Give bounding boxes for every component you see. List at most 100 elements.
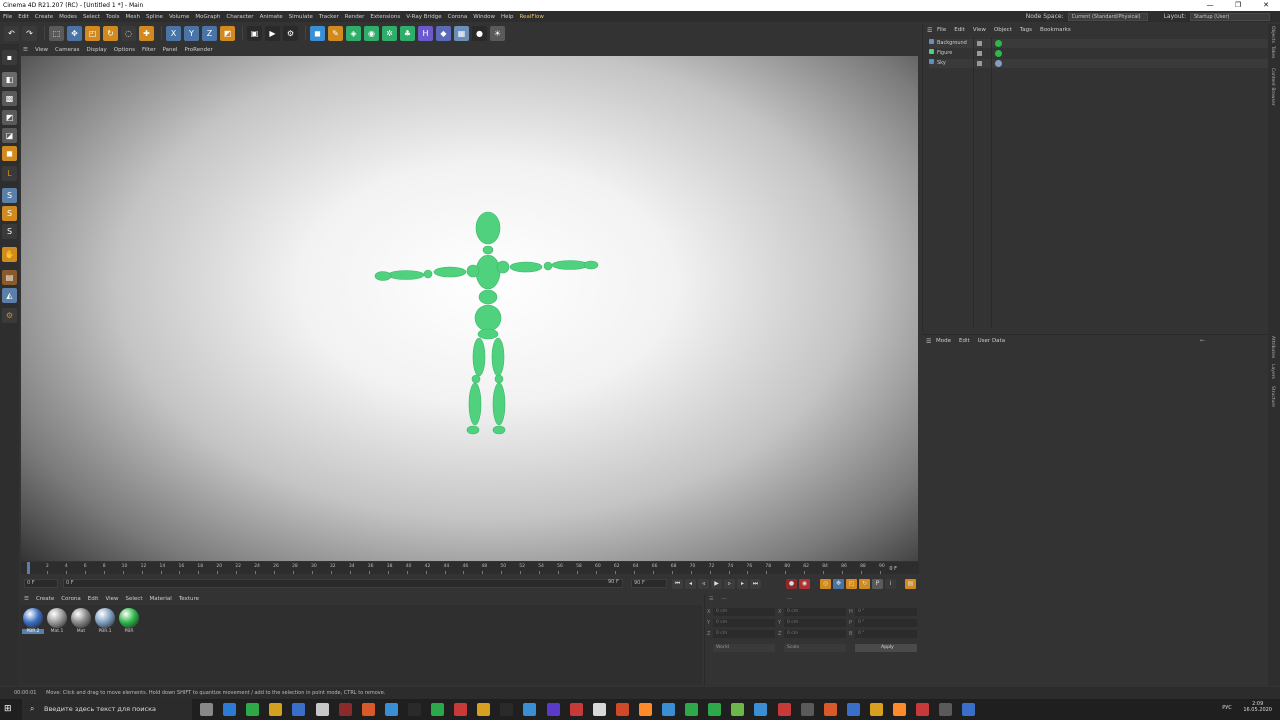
taskbar-app-icon[interactable] bbox=[292, 703, 306, 716]
object-row-sky[interactable]: Sky bbox=[929, 59, 1269, 68]
subdivision-icon[interactable]: ◈ bbox=[346, 25, 361, 41]
taskbar-app-icon[interactable] bbox=[939, 703, 953, 716]
menu-spline[interactable]: Spline bbox=[146, 14, 163, 20]
go-to-end-icon[interactable]: ⏭ bbox=[750, 579, 761, 589]
snap-settings-icon[interactable]: S bbox=[2, 206, 17, 221]
coordinate-system-icon[interactable]: ◩ bbox=[220, 25, 235, 41]
menu-tools[interactable]: Tools bbox=[106, 14, 120, 20]
taskbar-app-icon[interactable] bbox=[338, 703, 352, 716]
menu-render[interactable]: Render bbox=[345, 14, 365, 20]
taskbar-app-icon[interactable] bbox=[754, 703, 768, 716]
viewport-menu-prorender[interactable]: ProRender bbox=[184, 47, 212, 53]
coord-value-field[interactable]: 0 cm bbox=[784, 608, 846, 616]
taskbar-app-icon[interactable] bbox=[823, 703, 837, 716]
material-tag-icon[interactable] bbox=[995, 40, 1002, 47]
field-icon[interactable]: H bbox=[418, 25, 433, 41]
taskbar-app-icon[interactable] bbox=[638, 703, 652, 716]
menu-edit[interactable]: Edit bbox=[18, 14, 29, 20]
preview-range-slider[interactable]: 0 F bbox=[63, 579, 623, 588]
visibility-toggle-icon[interactable] bbox=[977, 41, 982, 46]
object-menu-edit[interactable]: Edit bbox=[954, 27, 965, 33]
scale-icon[interactable]: ◰ bbox=[85, 25, 100, 41]
next-frame-icon[interactable]: ▹ bbox=[724, 579, 735, 589]
taskbar-app-icon[interactable] bbox=[361, 703, 375, 716]
grid-icon[interactable]: ▤ bbox=[2, 270, 17, 285]
taskbar-app-icon[interactable] bbox=[246, 703, 260, 716]
points-mode-icon[interactable]: ◩ bbox=[2, 110, 17, 125]
material-swatch[interactable]: PBR.2 bbox=[22, 608, 44, 634]
z-axis-icon[interactable]: Z bbox=[202, 25, 217, 41]
deformer-icon[interactable]: ◆ bbox=[436, 25, 451, 41]
play-icon[interactable]: ▶ bbox=[711, 579, 722, 589]
material-menu-icon[interactable]: ☰ bbox=[24, 596, 29, 602]
render-settings-icon[interactable]: ⚙ bbox=[283, 25, 298, 41]
material-menu-texture[interactable]: Texture bbox=[179, 596, 199, 602]
taskbar-app-icon[interactable] bbox=[615, 703, 629, 716]
coords-menu-icon[interactable]: ☰ bbox=[709, 596, 713, 602]
size-mode-dropdown[interactable]: Scale bbox=[784, 644, 846, 652]
taskbar-app-icon[interactable] bbox=[869, 703, 883, 716]
right-tab-layers[interactable]: Layers bbox=[1270, 364, 1275, 379]
material-menu-corona[interactable]: Corona bbox=[61, 596, 81, 602]
menu-modes[interactable]: Modes bbox=[59, 14, 77, 20]
parameter-key-icon[interactable]: P bbox=[872, 579, 883, 589]
menu-character[interactable]: Character bbox=[226, 14, 253, 20]
layout-dropdown[interactable]: Startup (User) bbox=[1190, 12, 1270, 21]
menu-realflow[interactable]: RealFlow bbox=[519, 14, 543, 20]
texture-mode-icon[interactable]: ▩ bbox=[2, 91, 17, 106]
object-manager-menu-icon[interactable]: ☰ bbox=[927, 27, 932, 34]
figure-model[interactable] bbox=[21, 56, 918, 561]
coord-value-field[interactable]: 0 cm bbox=[713, 630, 775, 638]
viewport-menu-display[interactable]: Display bbox=[86, 47, 106, 53]
coordinate-space-dropdown[interactable]: World bbox=[713, 644, 775, 652]
scale-key-icon[interactable]: ◰ bbox=[846, 579, 857, 589]
viewport-menu-icon[interactable]: ☰ bbox=[23, 47, 28, 53]
object-row-background[interactable]: Background bbox=[929, 39, 1269, 48]
menu-tracker[interactable]: Tracker bbox=[319, 14, 339, 20]
live-selection-icon[interactable]: ⬚ bbox=[49, 25, 64, 41]
x-axis-icon[interactable]: X bbox=[166, 25, 181, 41]
previous-frame-icon[interactable]: ◃ bbox=[698, 579, 709, 589]
taskbar-app-icon[interactable] bbox=[731, 703, 745, 716]
menu-volume[interactable]: Volume bbox=[169, 14, 189, 20]
move-icon[interactable]: ✥ bbox=[67, 25, 82, 41]
material-menu-edit[interactable]: Edit bbox=[88, 596, 99, 602]
cube-icon[interactable]: ◼ bbox=[310, 25, 325, 41]
attribute-menu-user-data[interactable]: User Data bbox=[978, 338, 1005, 344]
taskbar-app-icon[interactable] bbox=[662, 703, 675, 716]
menu-window[interactable]: Window bbox=[473, 14, 495, 20]
material-swatch[interactable]: Mat.1 bbox=[46, 608, 68, 634]
taskbar-app-icon[interactable] bbox=[569, 703, 583, 716]
menu-extensions[interactable]: Extensions bbox=[370, 14, 400, 20]
material-menu-view[interactable]: View bbox=[105, 596, 118, 602]
previous-key-icon[interactable]: ◂ bbox=[685, 579, 696, 589]
coord-value-field[interactable]: 0 cm bbox=[784, 619, 846, 627]
viewport-menu-cameras[interactable]: Cameras bbox=[55, 47, 79, 53]
visibility-toggle-icon[interactable] bbox=[977, 51, 982, 56]
windows-start-icon[interactable]: ⊞ bbox=[4, 704, 15, 715]
object-menu-tags[interactable]: Tags bbox=[1020, 27, 1032, 33]
pen-icon[interactable]: ✎ bbox=[328, 25, 343, 41]
material-menu-select[interactable]: Select bbox=[126, 596, 143, 602]
taskbar-app-icon[interactable] bbox=[708, 703, 722, 716]
position-key-icon[interactable]: ✥ bbox=[833, 579, 844, 589]
menu-file[interactable]: File bbox=[3, 14, 12, 20]
taskbar-app-icon[interactable] bbox=[315, 703, 329, 716]
redo-icon[interactable]: ↷ bbox=[22, 25, 37, 41]
material-menu-create[interactable]: Create bbox=[36, 596, 54, 602]
next-key-icon[interactable]: ▸ bbox=[737, 579, 748, 589]
right-tab-attributes[interactable]: Attributes bbox=[1270, 336, 1275, 358]
material-swatch[interactable]: Mat bbox=[70, 608, 92, 634]
material-tag-icon[interactable] bbox=[995, 50, 1002, 57]
taskbar-app-icon[interactable] bbox=[384, 703, 398, 716]
taskbar-app-icon[interactable] bbox=[546, 703, 560, 716]
material-swatch[interactable]: PBR.1 bbox=[94, 608, 116, 634]
layer-icon[interactable]: ◭ bbox=[2, 288, 17, 303]
coord-value-field[interactable]: 0 cm bbox=[713, 608, 775, 616]
minimize-button[interactable]: — bbox=[1196, 0, 1224, 11]
menu-select[interactable]: Select bbox=[83, 14, 100, 20]
object-row-figure[interactable]: Figure bbox=[929, 49, 1269, 58]
visibility-toggle-icon[interactable] bbox=[977, 61, 982, 66]
menu-mograph[interactable]: MoGraph bbox=[195, 14, 220, 20]
taskbar-app-icon[interactable] bbox=[916, 703, 930, 716]
